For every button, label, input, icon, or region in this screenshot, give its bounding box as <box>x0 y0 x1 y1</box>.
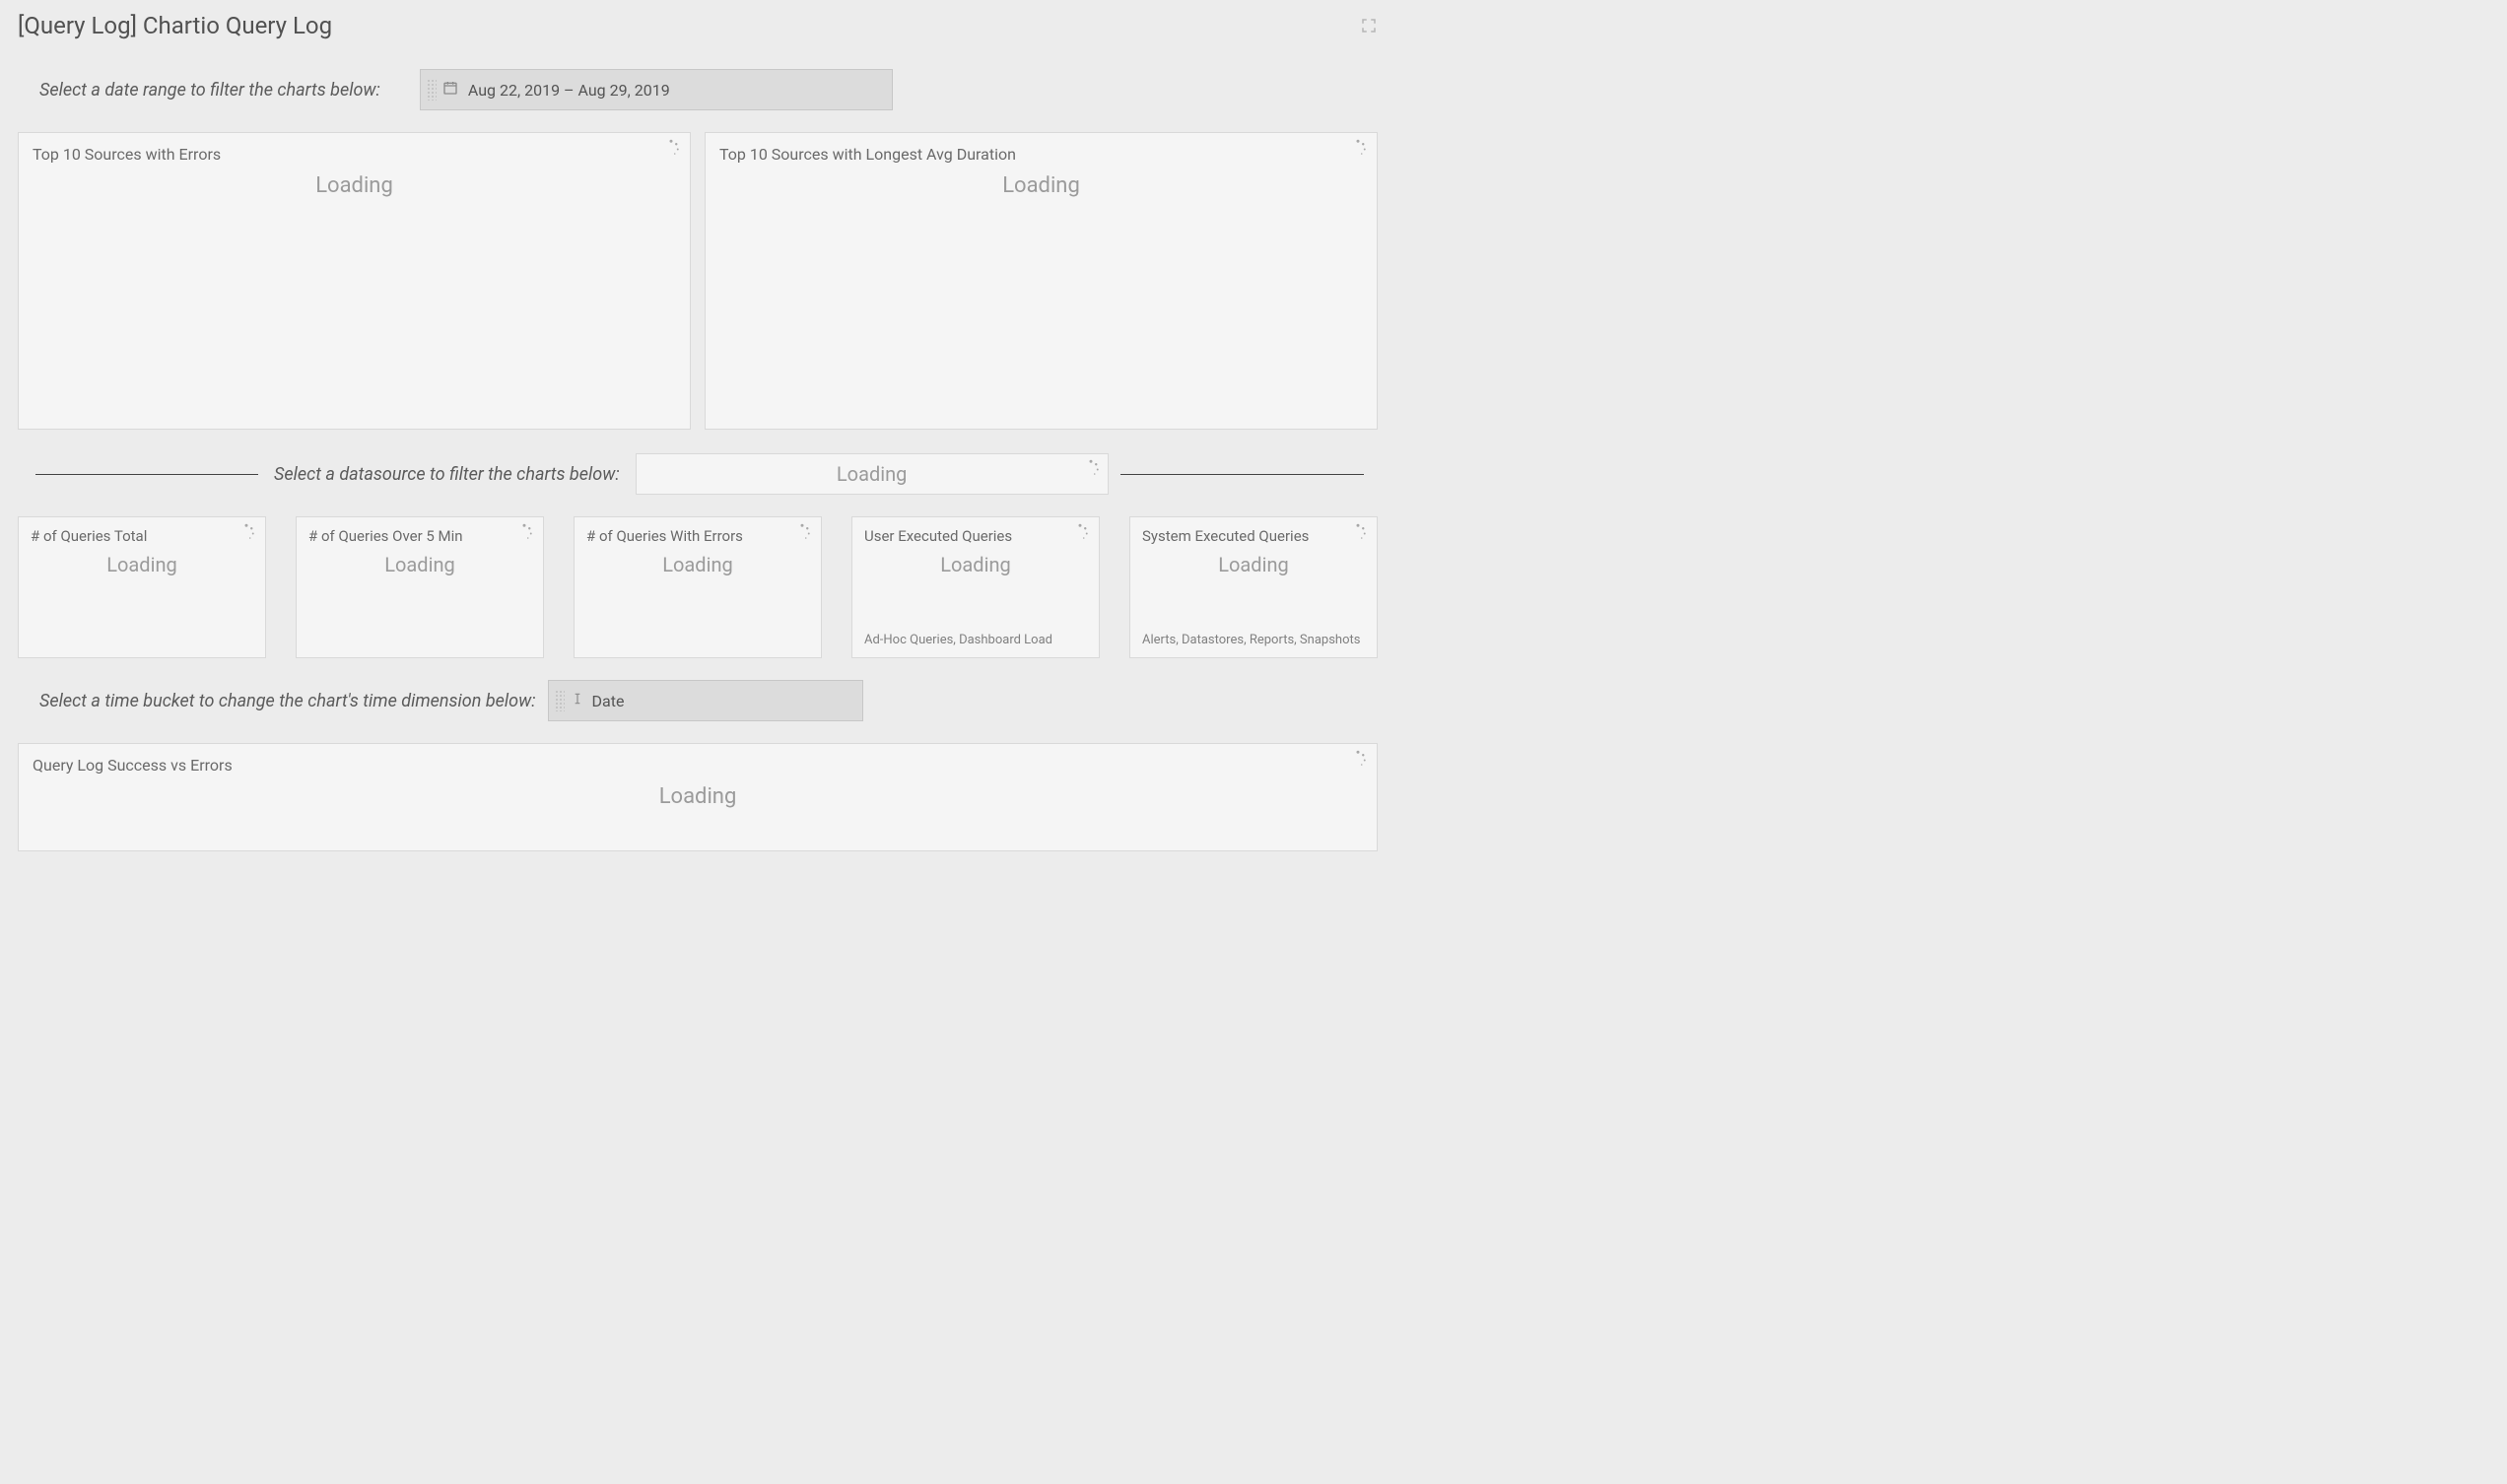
panel-title: User Executed Queries <box>864 527 1087 545</box>
timebucket-label: Select a time bucket to change the chart… <box>39 691 536 711</box>
date-range-filter-row: Select a date range to filter the charts… <box>18 69 1378 110</box>
datasource-select[interactable]: Loading <box>636 453 1109 495</box>
loading-text: Loading <box>31 553 253 576</box>
datasource-label: Select a datasource to filter the charts… <box>270 464 624 485</box>
panel-title: Top 10 Sources with Longest Avg Duration <box>719 145 1363 164</box>
loading-text: Loading <box>864 553 1087 576</box>
loading-spinner-icon <box>1082 458 1100 476</box>
date-range-picker[interactable]: Aug 22, 2019 – Aug 29, 2019 <box>420 69 893 110</box>
panel-user-executed-queries[interactable]: User Executed Queries Loading Ad-Hoc Que… <box>851 516 1100 658</box>
loading-text: Loading <box>308 553 531 576</box>
loading-spinner-icon <box>515 523 533 541</box>
datasource-filter-row: Select a datasource to filter the charts… <box>18 453 1378 495</box>
loading-text: Loading <box>33 173 676 198</box>
panel-footer: Alerts, Datastores, Reports, Snapshots <box>1142 633 1365 647</box>
loading-text: Loading <box>586 553 809 576</box>
panel-success-vs-errors[interactable]: Query Log Success vs Errors Loading <box>18 743 1378 851</box>
panel-queries-with-errors[interactable]: # of Queries With Errors Loading <box>574 516 822 658</box>
divider-line <box>1120 474 1364 475</box>
divider-line <box>35 474 258 475</box>
text-cursor-icon <box>571 690 584 711</box>
panel-queries-over-5min[interactable]: # of Queries Over 5 Min Loading <box>296 516 544 658</box>
loading-spinner-icon <box>1071 523 1089 541</box>
loading-spinner-icon <box>1349 139 1367 157</box>
panel-title: # of Queries Over 5 Min <box>308 527 531 545</box>
calendar-icon <box>442 80 458 100</box>
date-range-label: Select a date range to filter the charts… <box>39 80 380 101</box>
panel-footer: Ad-Hoc Queries, Dashboard Load <box>864 633 1087 647</box>
panel-title: Query Log Success vs Errors <box>33 756 1363 775</box>
date-range-value: Aug 22, 2019 – Aug 29, 2019 <box>468 81 670 100</box>
timebucket-value: Date <box>592 692 625 710</box>
loading-spinner-icon <box>1349 523 1367 541</box>
loading-spinner-icon <box>662 139 680 157</box>
loading-spinner-icon <box>1349 750 1367 768</box>
timebucket-filter-row: Select a time bucket to change the chart… <box>18 680 1378 721</box>
drag-handle-icon[interactable] <box>427 79 437 101</box>
page-title: [Query Log] Chartio Query Log <box>18 12 332 39</box>
loading-text: Loading <box>719 173 1363 198</box>
panel-title: # of Queries Total <box>31 527 253 545</box>
panel-title: Top 10 Sources with Errors <box>33 145 676 164</box>
panel-title: System Executed Queries <box>1142 527 1365 545</box>
panel-top-sources-errors[interactable]: Top 10 Sources with Errors Loading <box>18 132 691 430</box>
fullscreen-icon[interactable] <box>1360 17 1378 34</box>
loading-spinner-icon <box>237 523 255 541</box>
panel-title: # of Queries With Errors <box>586 527 809 545</box>
panel-top-sources-duration[interactable]: Top 10 Sources with Longest Avg Duration… <box>705 132 1378 430</box>
loading-text: Loading <box>1142 553 1365 576</box>
panel-queries-total[interactable]: # of Queries Total Loading <box>18 516 266 658</box>
loading-spinner-icon <box>793 523 811 541</box>
drag-handle-icon[interactable] <box>555 690 565 711</box>
datasource-loading-text: Loading <box>837 462 907 486</box>
loading-text: Loading <box>33 784 1363 809</box>
timebucket-select[interactable]: Date <box>548 680 863 721</box>
panel-system-executed-queries[interactable]: System Executed Queries Loading Alerts, … <box>1129 516 1378 658</box>
